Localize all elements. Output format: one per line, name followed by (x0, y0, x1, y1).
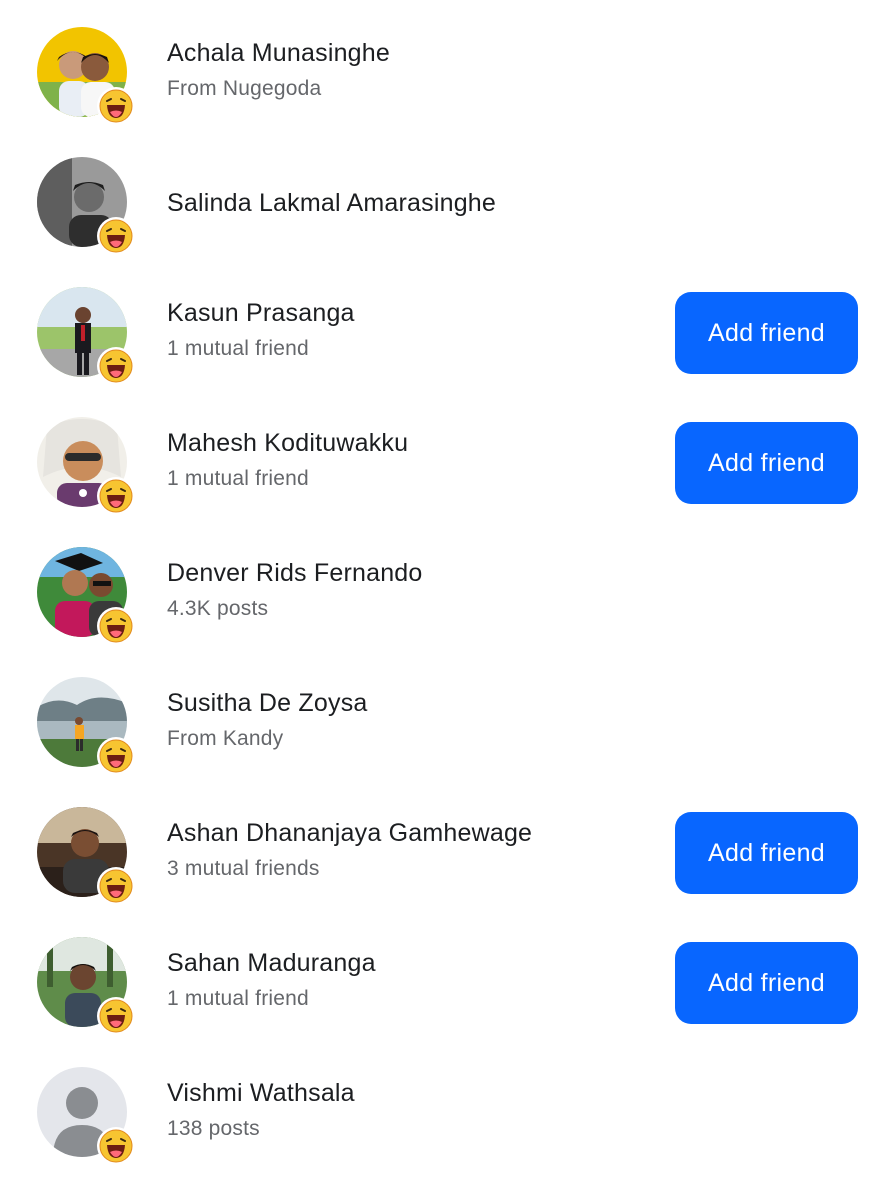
list-item[interactable]: Denver Rids Fernando 4.3K posts (0, 547, 894, 677)
list-item[interactable]: Vishmi Wathsala 138 posts (0, 1067, 894, 1197)
person-subtitle: 4.3K posts (167, 597, 269, 620)
avatar-container[interactable] (37, 417, 135, 517)
list-item[interactable]: Sahan Maduranga 1 mutual friend Add frie… (0, 937, 894, 1067)
person-name[interactable]: Sahan Maduranga (167, 949, 376, 978)
add-friend-button[interactable]: Add friend (675, 812, 858, 894)
list-item[interactable]: Susitha De Zoysa From Kandy (0, 677, 894, 807)
avatar-container[interactable] (37, 547, 135, 647)
person-subtitle: 3 mutual friends (167, 857, 320, 880)
avatar-container[interactable] (37, 677, 135, 777)
list-item[interactable]: Kasun Prasanga 1 mutual friend Add frien… (0, 287, 894, 417)
avatar-container[interactable] (37, 287, 135, 387)
haha-emoji-icon (97, 347, 135, 385)
list-item[interactable]: Ashan Dhananjaya Gamhewage 3 mutual frie… (0, 807, 894, 937)
list-item[interactable]: Achala Munasinghe From Nugegoda (0, 27, 894, 157)
person-name[interactable]: Achala Munasinghe (167, 39, 390, 68)
list-item[interactable]: Mahesh Kodituwakku 1 mutual friend Add f… (0, 417, 894, 547)
haha-emoji-icon (97, 1127, 135, 1165)
haha-emoji-icon (97, 607, 135, 645)
add-friend-button[interactable]: Add friend (675, 422, 858, 504)
person-subtitle: From Nugegoda (167, 77, 322, 100)
person-name[interactable]: Ashan Dhananjaya Gamhewage (167, 819, 532, 848)
person-name[interactable]: Mahesh Kodituwakku (167, 429, 408, 458)
person-subtitle: From Kandy (167, 727, 284, 750)
avatar-container[interactable] (37, 157, 135, 257)
avatar-container[interactable] (37, 807, 135, 907)
add-friend-button[interactable]: Add friend (675, 942, 858, 1024)
person-subtitle: 1 mutual friend (167, 987, 309, 1010)
haha-emoji-icon (97, 87, 135, 125)
add-friend-button[interactable]: Add friend (675, 292, 858, 374)
person-name[interactable]: Vishmi Wathsala (167, 1079, 355, 1108)
avatar-container[interactable] (37, 27, 135, 127)
person-name[interactable]: Kasun Prasanga (167, 299, 355, 328)
person-subtitle: 1 mutual friend (167, 467, 309, 490)
haha-emoji-icon (97, 737, 135, 775)
avatar-container[interactable] (37, 937, 135, 1037)
reactions-people-list: Achala Munasinghe From Nugegoda Salinda … (0, 0, 894, 1200)
haha-emoji-icon (97, 477, 135, 515)
person-name[interactable]: Denver Rids Fernando (167, 559, 423, 588)
haha-emoji-icon (97, 997, 135, 1035)
person-name[interactable]: Susitha De Zoysa (167, 689, 368, 718)
avatar-container[interactable] (37, 1067, 135, 1167)
person-subtitle: 1 mutual friend (167, 337, 309, 360)
list-item[interactable]: Salinda Lakmal Amarasinghe (0, 157, 894, 287)
haha-emoji-icon (97, 867, 135, 905)
person-subtitle: 138 posts (167, 1117, 260, 1140)
person-name[interactable]: Salinda Lakmal Amarasinghe (167, 189, 496, 218)
haha-emoji-icon (97, 217, 135, 255)
